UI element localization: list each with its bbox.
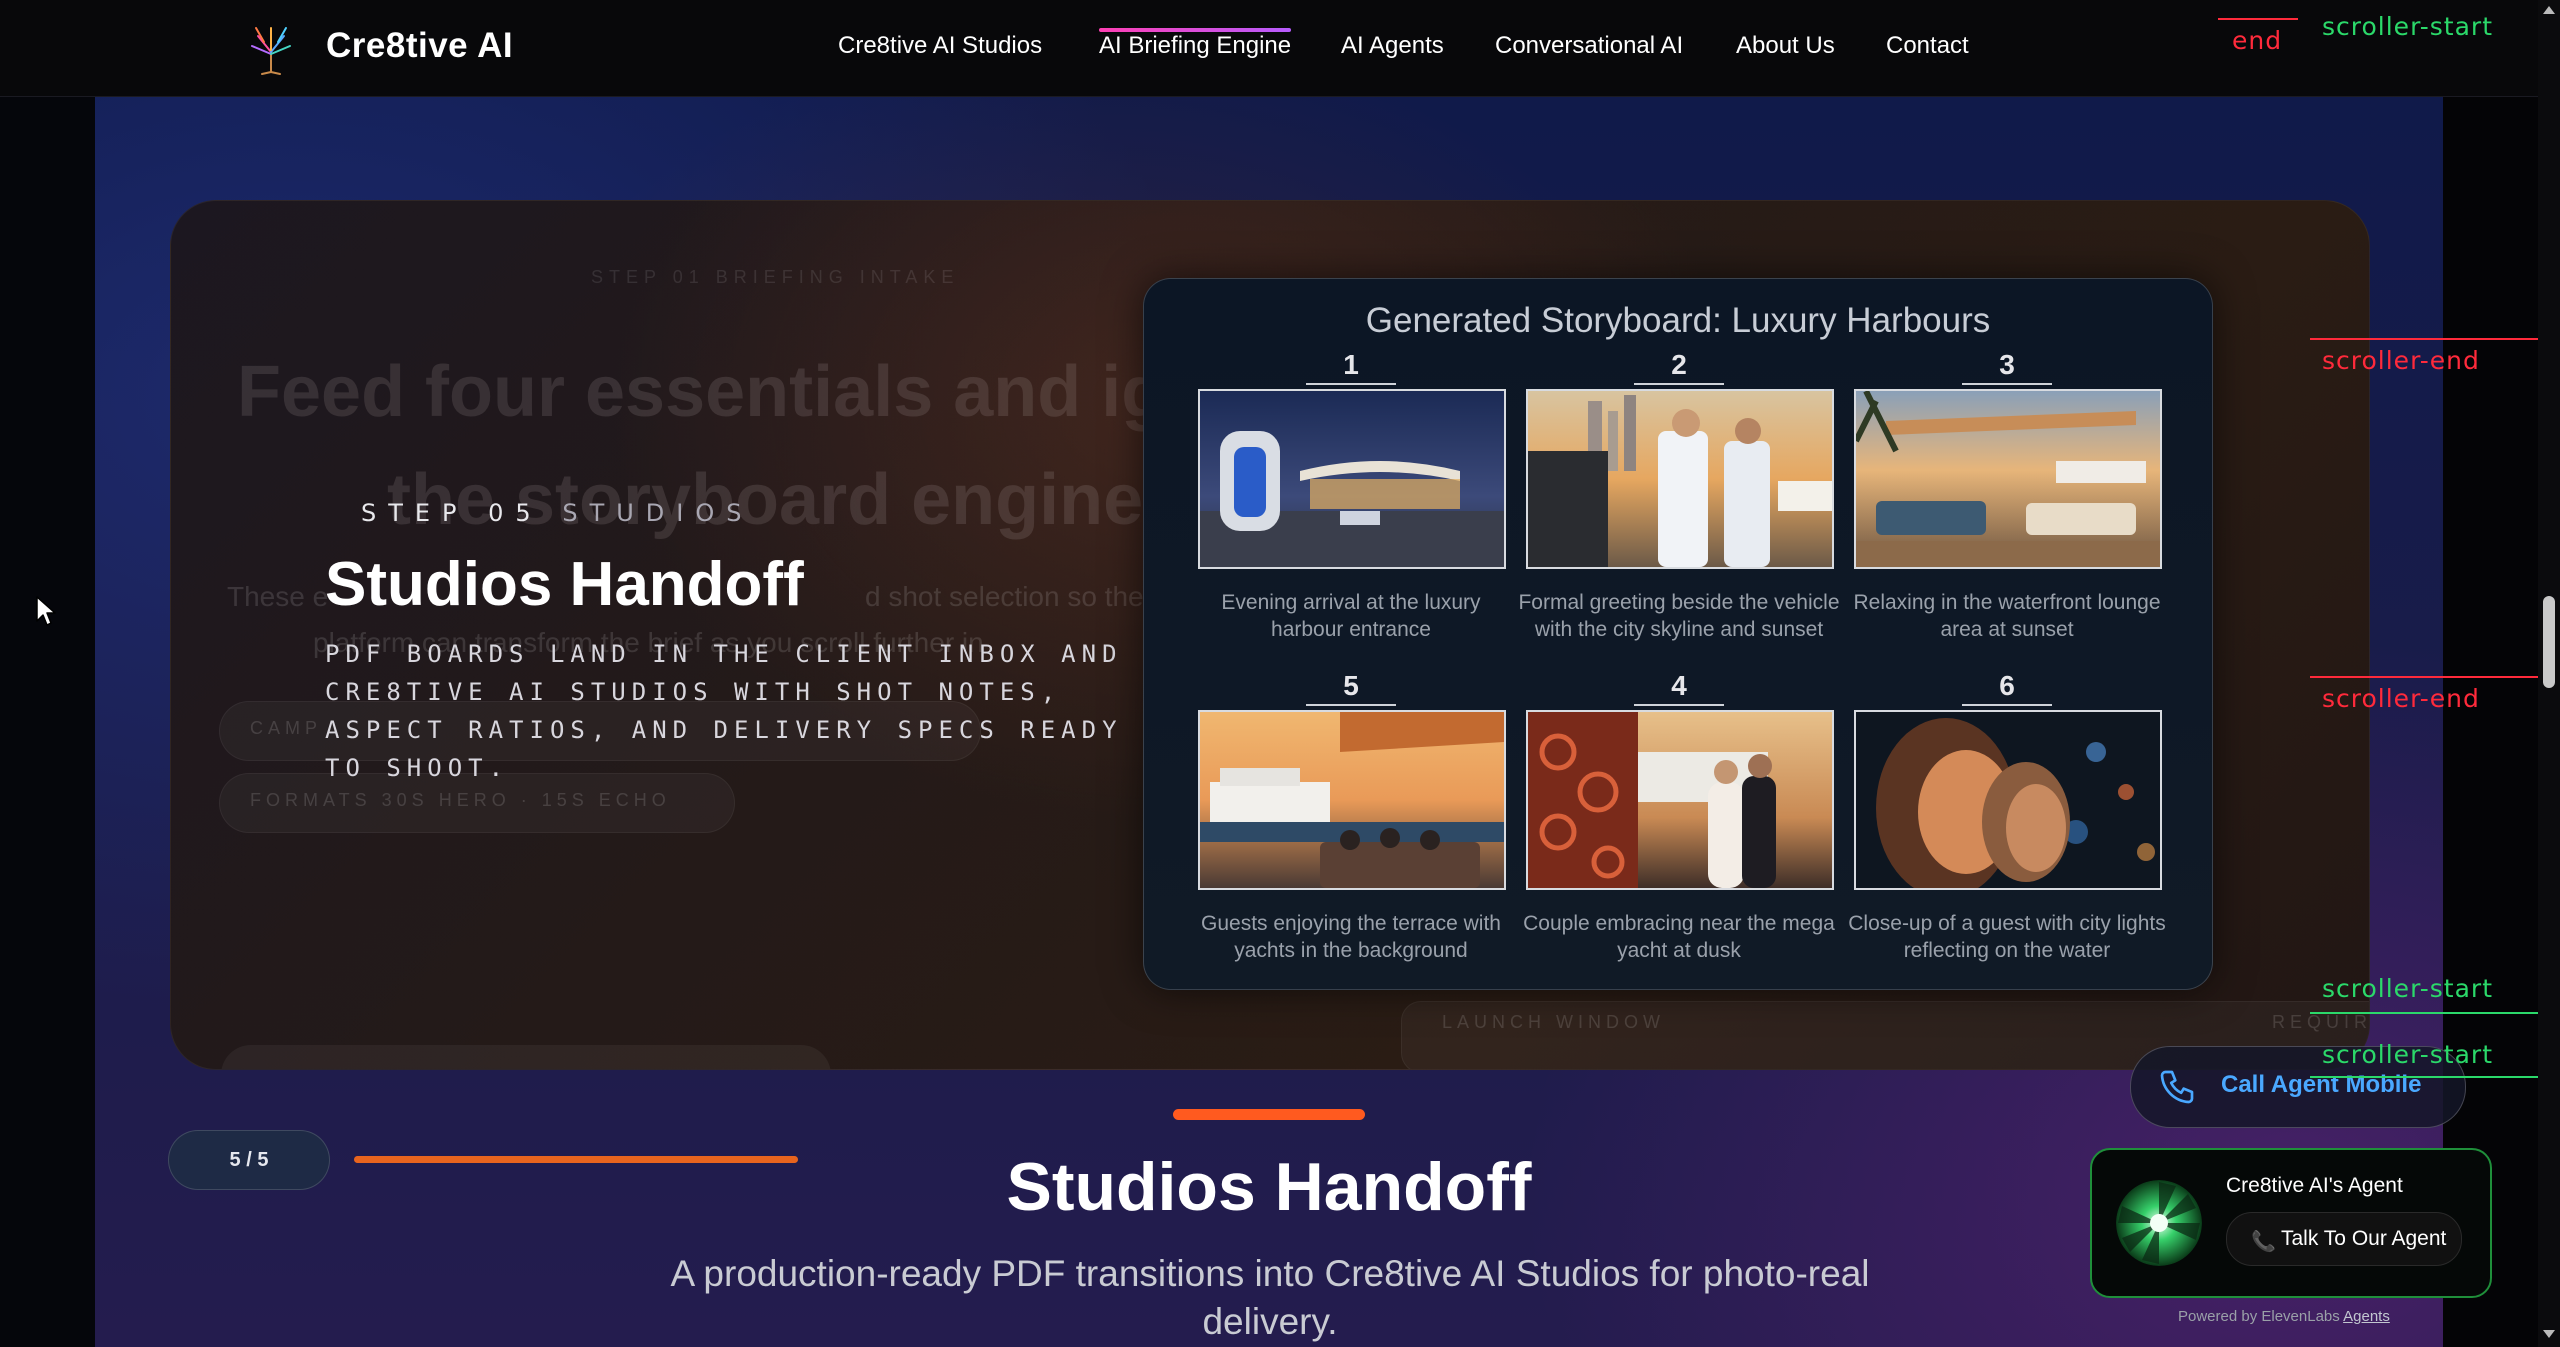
mouse-cursor-icon — [36, 596, 56, 626]
page-scrollbar[interactable] — [2538, 0, 2560, 1347]
agent-name: Cre8tive AI's Agent — [2226, 1174, 2403, 1197]
frame-number-underline — [1962, 704, 2052, 706]
agent-orb-icon — [2116, 1180, 2202, 1266]
debug-start-marker: scroller-start — [2322, 974, 2493, 1003]
frame-number-underline — [1306, 704, 1396, 706]
frame-caption: Guests enjoying the terrace with yachts … — [1201, 912, 1501, 962]
frame-number-underline — [1306, 383, 1396, 385]
nav-item-about-us[interactable]: About Us — [1736, 32, 1835, 60]
frame-number: 3 — [1999, 349, 2015, 380]
frame-number-underline — [1634, 704, 1724, 706]
debug-start-marker: scroller-start — [2322, 12, 2493, 41]
frame-caption: Evening arrival at the luxury harbour en… — [1221, 591, 1481, 641]
powered-by-prefix: Powered by ElevenLabs — [2178, 1308, 2340, 1325]
frame-caption: Close-up of a guest with city lights ref… — [1848, 912, 2166, 962]
frame-caption: Couple embracing near the mega yacht at … — [1523, 912, 1835, 962]
step-description: PDF boards land in the client inbox and … — [325, 640, 1123, 782]
powered-by-text: Powered by ElevenLabs Agents — [2178, 1308, 2390, 1325]
brand-name[interactable]: Cre8tive AI — [326, 26, 513, 66]
frame-number-underline — [1962, 383, 2052, 385]
nav-item-conversational-ai[interactable]: Conversational AI — [1495, 32, 1683, 60]
debug-end-marker: scroller-end — [2322, 684, 2480, 713]
nav-item-briefing-engine[interactable]: AI Briefing Engine — [1099, 28, 1292, 60]
frame-caption: Formal greeting beside the vehicle with … — [1518, 591, 1840, 641]
storyboard-panel: Generated Storyboard: Luxury Harbours 1 … — [1143, 278, 2213, 990]
frame-number: 2 — [1671, 349, 1687, 380]
ghost-body-line1: These e — [227, 581, 329, 612]
frame-image — [1198, 710, 1506, 890]
scrollbar-thumb[interactable] — [2543, 596, 2555, 688]
section-accent-bar — [1173, 1109, 1365, 1120]
frame-number: 1 — [1343, 349, 1359, 380]
frame-caption: Relaxing in the waterfront lounge area a… — [1853, 591, 2161, 641]
debug-marker-line — [2310, 338, 2538, 340]
nav-item-studios[interactable]: Cre8tive AI Studios — [838, 32, 1042, 60]
powered-by-link[interactable]: Agents — [2343, 1308, 2390, 1325]
top-nav: Cre8tive AI Cre8tive AI Studios AI Brief… — [0, 0, 2538, 97]
storyboard-frame[interactable]: 5 Guests enjoying the terrace with yacht… — [1198, 670, 1506, 964]
ghost-pill-label: REQUIRED — [2272, 1012, 2370, 1032]
frame-number: 4 — [1671, 670, 1687, 701]
phone-icon: 📞 — [2251, 1231, 2276, 1253]
frame-number-underline — [1634, 383, 1724, 385]
phone-icon — [2160, 1070, 2194, 1104]
frame-image — [1854, 710, 2162, 890]
ghost-pill-label: LAUNCH WINDOW — [1442, 1012, 1665, 1032]
debug-marker-line — [2310, 1012, 2538, 1014]
card-bottom-pill — [221, 1045, 831, 1069]
debug-end-marker: end — [2232, 26, 2283, 55]
nav-item-ai-agents[interactable]: AI Agents — [1341, 32, 1444, 60]
storyboard-frame[interactable]: 3 Relaxing in the waterfront lounge area… — [1853, 349, 2162, 643]
ghost-body-line1b: d shot selection so the — [865, 581, 1144, 612]
storyboard-frame[interactable]: 2 Formal greeting beside the vehicle wit… — [1518, 349, 1839, 643]
scroll-up-arrow-icon[interactable] — [2543, 6, 2555, 14]
ghost-pill-label: CAMP — [250, 718, 323, 738]
ghost-kicker: STEP 01 BRIEFING INTAKE — [591, 267, 960, 287]
step-category: STUDIOS — [562, 499, 754, 527]
debug-marker-line — [2310, 1076, 2538, 1078]
step-number: STEP 05 — [361, 499, 543, 527]
storyboard-frame[interactable]: 1 Evening arrival at the luxury harbour … — [1198, 349, 1506, 643]
frame-image — [1526, 710, 1834, 890]
frame-number: 5 — [1343, 670, 1359, 701]
debug-end-marker: scroller-end — [2322, 346, 2480, 375]
frame-image — [1198, 389, 1506, 569]
step-title: Studios Handoff — [325, 550, 804, 619]
frame-image — [1854, 389, 2162, 569]
storyboard-frame[interactable]: 6 Close-up of a guest with city lights r… — [1848, 670, 2165, 964]
storyboard-title: Generated Storyboard: Luxury Harbours — [1365, 301, 1991, 340]
frame-image — [1526, 389, 1834, 569]
debug-start-marker: scroller-start — [2322, 1040, 2493, 1069]
scroll-down-arrow-icon[interactable] — [2543, 1330, 2555, 1338]
voice-agent-widget: Cre8tive AI's Agent 📞 Talk To Our Agent — [2090, 1148, 2492, 1298]
nav-item-contact[interactable]: Contact — [1886, 32, 1969, 60]
ghost-title-line1: Feed four essentials and ig — [237, 352, 1166, 432]
talk-to-agent-button[interactable]: 📞 Talk To Our Agent — [2226, 1212, 2462, 1266]
talk-to-agent-label: Talk To Our Agent — [2281, 1227, 2447, 1250]
ghost-pill-label: FORMATS 30S HERO · 15S ECHO — [250, 790, 671, 810]
debug-marker-line — [2310, 676, 2538, 678]
debug-marker-line — [2218, 18, 2298, 20]
section-subtitle: A production-ready PDF transitions into … — [670, 1253, 1870, 1342]
storyboard-frame[interactable]: 4 Couple embracing near the mega yacht a… — [1523, 670, 1835, 964]
frame-number: 6 — [1999, 670, 2015, 701]
tree-logo-icon[interactable] — [244, 22, 298, 76]
step-label: STEP 05 STUDIOS — [361, 499, 754, 527]
